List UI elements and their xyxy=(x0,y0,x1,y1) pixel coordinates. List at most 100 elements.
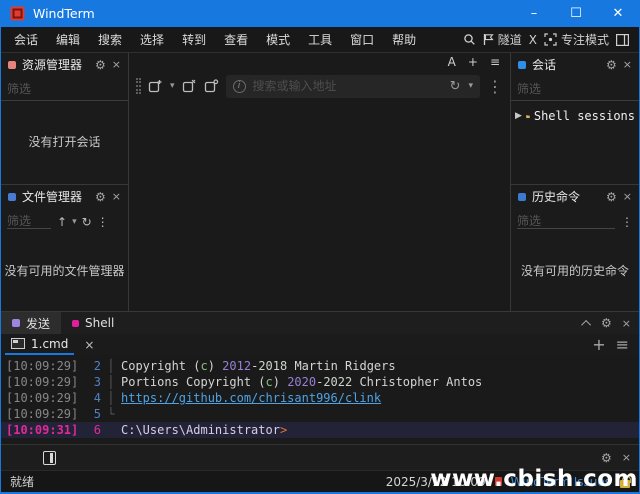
minimize-button[interactable]: – xyxy=(513,0,555,27)
file-manager-panel: 文件管理器 ⚙ × ↑ ▾ ↻ ⋮ 没有可用的文件管理器 xyxy=(1,184,128,311)
tree-item-label: Shell sessions xyxy=(533,109,635,123)
tree-item-shell-sessions[interactable]: ▶ Shell sessions xyxy=(515,107,635,125)
close-icon[interactable]: × xyxy=(112,59,121,70)
menu-mode[interactable]: 模式 xyxy=(257,27,299,52)
sessions-header: 会话 ⚙ × xyxy=(511,53,639,76)
address-bar[interactable]: i ↻ ▾ xyxy=(225,74,480,98)
menubar-right: 隧道 X 专注模式 xyxy=(463,31,635,48)
chevron-down-icon[interactable]: ▾ xyxy=(72,217,77,227)
gear-icon[interactable]: ⚙ xyxy=(601,317,612,329)
tunnel-label: 隧道 xyxy=(497,33,522,47)
more-icon[interactable]: ⋮ xyxy=(487,77,503,96)
file-manager-empty: 没有可用的文件管理器 xyxy=(1,233,128,311)
bottom-tabs: 发送 Shell ⚙ × xyxy=(1,312,639,334)
left-sidebar: 资源管理器 ⚙ × 没有打开会话 文件管理器 ⚙ × xyxy=(1,53,129,311)
main-area: 资源管理器 ⚙ × 没有打开会话 文件管理器 ⚙ × xyxy=(1,53,639,311)
open-session-icon[interactable] xyxy=(204,78,219,94)
tab-close-icon[interactable]: × xyxy=(74,334,104,355)
more-icon[interactable]: ⋮ xyxy=(621,215,633,229)
collapse-icon[interactable] xyxy=(581,319,592,330)
history-filter-input[interactable] xyxy=(517,214,615,229)
drag-handle[interactable] xyxy=(136,78,141,94)
text-size-icon[interactable]: A xyxy=(448,55,456,69)
close-icon[interactable]: × xyxy=(112,191,121,202)
gear-icon[interactable]: ⚙ xyxy=(95,191,106,203)
info-icon[interactable]: i xyxy=(232,79,246,93)
gear-icon[interactable]: ⚙ xyxy=(601,452,612,464)
gear-icon[interactable]: ⚙ xyxy=(95,59,106,71)
add-tab-icon[interactable]: + xyxy=(592,335,605,354)
chevron-down-icon[interactable]: ▾ xyxy=(170,81,175,91)
menu-goto[interactable]: 转到 xyxy=(173,27,215,52)
sessions-panel: 会话 ⚙ × ▶ Shell sessions xyxy=(511,53,639,184)
menu-search[interactable]: 搜索 xyxy=(89,27,131,52)
tab-shell[interactable]: Shell xyxy=(61,312,125,334)
titlebar: WindTerm – ☐ ✕ xyxy=(1,0,639,27)
close-button[interactable]: ✕ xyxy=(597,0,639,27)
layout-icon[interactable] xyxy=(616,33,629,46)
history-empty-text: 没有可用的历史命令 xyxy=(520,264,629,279)
explorer-panel: 资源管理器 ⚙ × 没有打开会话 xyxy=(1,53,128,184)
terminal-tabbar: 1.cmd × + ≡ xyxy=(1,334,639,355)
terminal-line: [10:09:31] 6 C:\Users\Administrator> xyxy=(1,422,639,438)
chevron-down-icon[interactable]: ▾ xyxy=(468,81,473,91)
menu-help[interactable]: 帮助 xyxy=(383,27,425,52)
close-icon[interactable]: × xyxy=(622,452,631,463)
reload-icon[interactable]: ↻ xyxy=(450,79,461,94)
close-icon[interactable]: × xyxy=(622,318,631,329)
sender-pane-icon[interactable] xyxy=(43,450,56,465)
sessions-badge-icon xyxy=(518,60,526,69)
menu-edit[interactable]: 编辑 xyxy=(47,27,89,52)
sessions-tree: ▶ Shell sessions xyxy=(511,101,639,131)
new-session-icon[interactable] xyxy=(148,79,163,94)
close-icon[interactable]: × xyxy=(623,191,632,202)
history-empty: 没有可用的历史命令 xyxy=(511,233,639,311)
center-top-icons: A + ≡ xyxy=(129,53,510,71)
focus-mode-button[interactable]: 专注模式 xyxy=(544,31,609,48)
lock-icon[interactable] xyxy=(620,475,631,488)
menu-select[interactable]: 选择 xyxy=(131,27,173,52)
tab-list-icon[interactable]: ≡ xyxy=(616,335,629,354)
folder-icon xyxy=(525,114,530,118)
close-session-icon[interactable] xyxy=(182,79,197,94)
gear-icon[interactable]: ⚙ xyxy=(606,59,617,71)
app-icon xyxy=(10,6,25,21)
sessions-filter-input[interactable] xyxy=(517,82,633,96)
search-icon[interactable] xyxy=(463,33,476,46)
explorer-filter-input[interactable] xyxy=(7,82,122,96)
menu-view[interactable]: 查看 xyxy=(215,27,257,52)
workspace-empty xyxy=(129,101,510,311)
terminal-tab-1cmd[interactable]: 1.cmd xyxy=(5,334,75,355)
terminal-lines[interactable]: [10:09:29] 2 │ Copyright (c) 2012-2018 Mart… xyxy=(1,355,639,444)
tunnel-button[interactable]: 隧道 xyxy=(483,31,522,48)
flag-icon xyxy=(483,34,494,45)
menubar: 会话 编辑 搜索 选择 转到 查看 模式 工具 窗口 帮助 隧道 X 专注模式 xyxy=(1,27,639,53)
history-badge-icon xyxy=(518,192,526,201)
expander-icon[interactable]: ▶ xyxy=(515,111,522,121)
x-server-button[interactable]: X xyxy=(529,33,537,47)
file-manager-filter-input[interactable] xyxy=(7,214,51,229)
issues-link[interactable]: WindTerm Issues xyxy=(511,475,611,489)
tab-send[interactable]: 发送 xyxy=(1,312,62,334)
menu-window[interactable]: 窗口 xyxy=(341,27,383,52)
shell-badge-icon xyxy=(72,319,80,327)
more-icon[interactable]: ⋮ xyxy=(97,215,109,229)
explorer-empty: 没有打开会话 xyxy=(1,101,128,184)
bottom-pane: 发送 Shell ⚙ × 1.cmd × + ≡ [10:09:29] 2 │ … xyxy=(1,311,639,492)
close-icon[interactable]: × xyxy=(623,59,632,70)
menu-tools[interactable]: 工具 xyxy=(299,27,341,52)
address-input[interactable] xyxy=(252,79,443,93)
history-header: 历史命令 ⚙ × xyxy=(511,185,639,208)
alert-icon[interactable] xyxy=(494,477,502,486)
terminal-line: [10:09:29] 3 │ Portions Copyright (c) 2020-… xyxy=(6,375,483,389)
add-icon[interactable]: + xyxy=(468,55,478,69)
menu-session[interactable]: 会话 xyxy=(5,27,47,52)
list-icon[interactable]: ≡ xyxy=(490,55,500,69)
center-toolbar: ▾ i ↻ ▾ ⋮ xyxy=(129,71,510,101)
refresh-icon[interactable]: ↻ xyxy=(82,215,92,229)
maximize-button[interactable]: ☐ xyxy=(555,0,597,27)
history-filter-row: ⋮ xyxy=(511,208,639,233)
terminal-line: [10:09:29] 5 └ xyxy=(6,407,115,421)
up-icon[interactable]: ↑ xyxy=(57,215,67,229)
gear-icon[interactable]: ⚙ xyxy=(606,191,617,203)
